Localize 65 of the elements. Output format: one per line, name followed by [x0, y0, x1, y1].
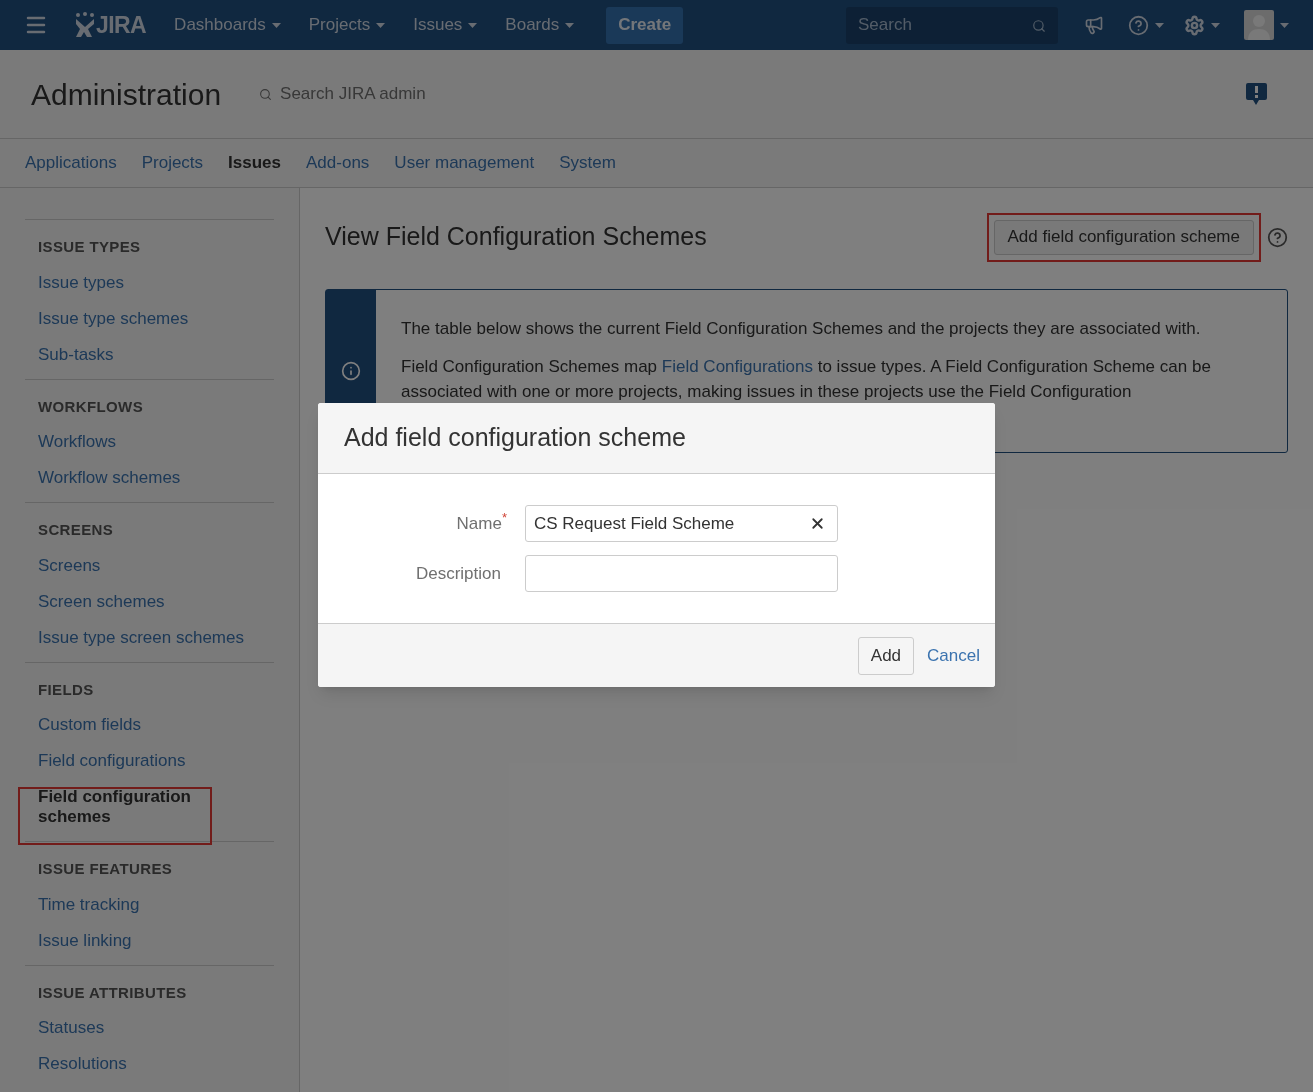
caret-icon — [1155, 22, 1164, 28]
admin-tab[interactable]: Projects — [141, 150, 204, 176]
field-configurations-link[interactable]: Field Configurations — [661, 356, 813, 376]
nav-menu[interactable]: Dashboards — [166, 12, 289, 38]
sidebar-link[interactable]: Screen schemes — [25, 583, 274, 620]
sidebar-link[interactable]: Statuses — [25, 1010, 274, 1046]
logo-icon — [74, 12, 96, 38]
settings-icon[interactable] — [1184, 14, 1205, 36]
admin-tab[interactable]: Issues — [228, 150, 282, 176]
caret-icon — [1280, 22, 1289, 28]
search-icon — [259, 87, 273, 101]
sidebar-link[interactable]: Issue linking — [25, 922, 274, 959]
megaphone-icon[interactable] — [1084, 15, 1104, 35]
section-heading: ISSUE TYPES — [37, 237, 142, 257]
caret-icon — [376, 22, 386, 28]
info-text: The table below shows the current Field Configuration Schemes and the projects they are associated with. — [401, 318, 1202, 340]
page-title: View Field Configuration Schemes — [325, 221, 707, 253]
nav-menu[interactable]: Projects — [300, 12, 394, 38]
page-heading: Administration — [31, 76, 222, 113]
sidebar-link[interactable]: Workflow schemes — [25, 460, 274, 496]
section-heading: FIELDS — [37, 679, 95, 700]
admin-search-field[interactable]: Search JIRA admin — [280, 81, 426, 107]
field-label: Name — [456, 512, 502, 535]
sidebar-link[interactable]: Sub-tasks — [25, 336, 274, 373]
section-heading: ISSUE FEATURES — [37, 859, 174, 879]
sidebar-link[interactable]: Issue types — [25, 264, 274, 301]
sidebar-link[interactable]: Field configurations — [25, 743, 274, 779]
admin-tab[interactable]: System — [559, 150, 616, 176]
add-scheme-button[interactable]: Add field configuration scheme — [993, 219, 1254, 255]
text-field[interactable] — [525, 555, 838, 592]
clear-icon[interactable] — [809, 515, 826, 532]
sidebar-link[interactable]: Issue type schemes — [25, 300, 274, 337]
admin-tab[interactable]: Add-ons — [306, 150, 370, 176]
nav-menu[interactable]: Issues — [405, 12, 486, 38]
sidebar-link[interactable]: Workflows — [25, 424, 274, 460]
logo-text: JIRA — [96, 10, 147, 40]
create-button[interactable]: Create — [606, 6, 684, 44]
sidebar-link[interactable]: Custom fields — [25, 707, 274, 743]
sidebar-link[interactable]: Issue type screen schemes — [25, 619, 274, 656]
search-field[interactable]: Search — [846, 6, 1058, 44]
admin-tab[interactable]: User management — [394, 150, 535, 176]
admin-tab[interactable]: Applications — [25, 150, 117, 176]
add-button[interactable]: Add — [857, 636, 915, 675]
field-label: Description — [415, 562, 501, 585]
feedback-icon[interactable] — [1246, 83, 1267, 105]
sidebar-link[interactable]: Time tracking — [25, 886, 274, 923]
dialog-title: Add field configuration scheme — [344, 422, 686, 454]
sidebar-link[interactable]: Resolutions — [25, 1046, 274, 1082]
caret-icon — [1211, 22, 1220, 28]
help-icon[interactable] — [1267, 226, 1288, 248]
cancel-link[interactable]: Cancel — [927, 642, 980, 669]
caret-icon — [468, 22, 478, 28]
caret-icon — [565, 22, 575, 28]
search-icon — [1032, 18, 1046, 33]
section-heading: SCREENS — [37, 520, 115, 540]
section-heading: ISSUE ATTRIBUTES — [37, 982, 188, 1003]
sidebar-link[interactable]: Screens — [25, 547, 274, 584]
caret-icon — [271, 22, 281, 28]
info-icon — [341, 361, 361, 381]
nav-menu[interactable]: Boards — [497, 12, 583, 38]
info-text: Field Configuration Schemes map Field Configurations to issue types. A Field Configuration Scheme can be associated with one or more projects, making issues in these projects use the Field Configuration — [401, 355, 1212, 403]
section-heading: WORKFLOWS — [37, 396, 145, 417]
text-field[interactable]: CS Request Field Scheme — [525, 505, 838, 542]
required-mark: * — [501, 510, 507, 524]
sidebar-link[interactable]: Field configuration schemes — [25, 779, 205, 835]
